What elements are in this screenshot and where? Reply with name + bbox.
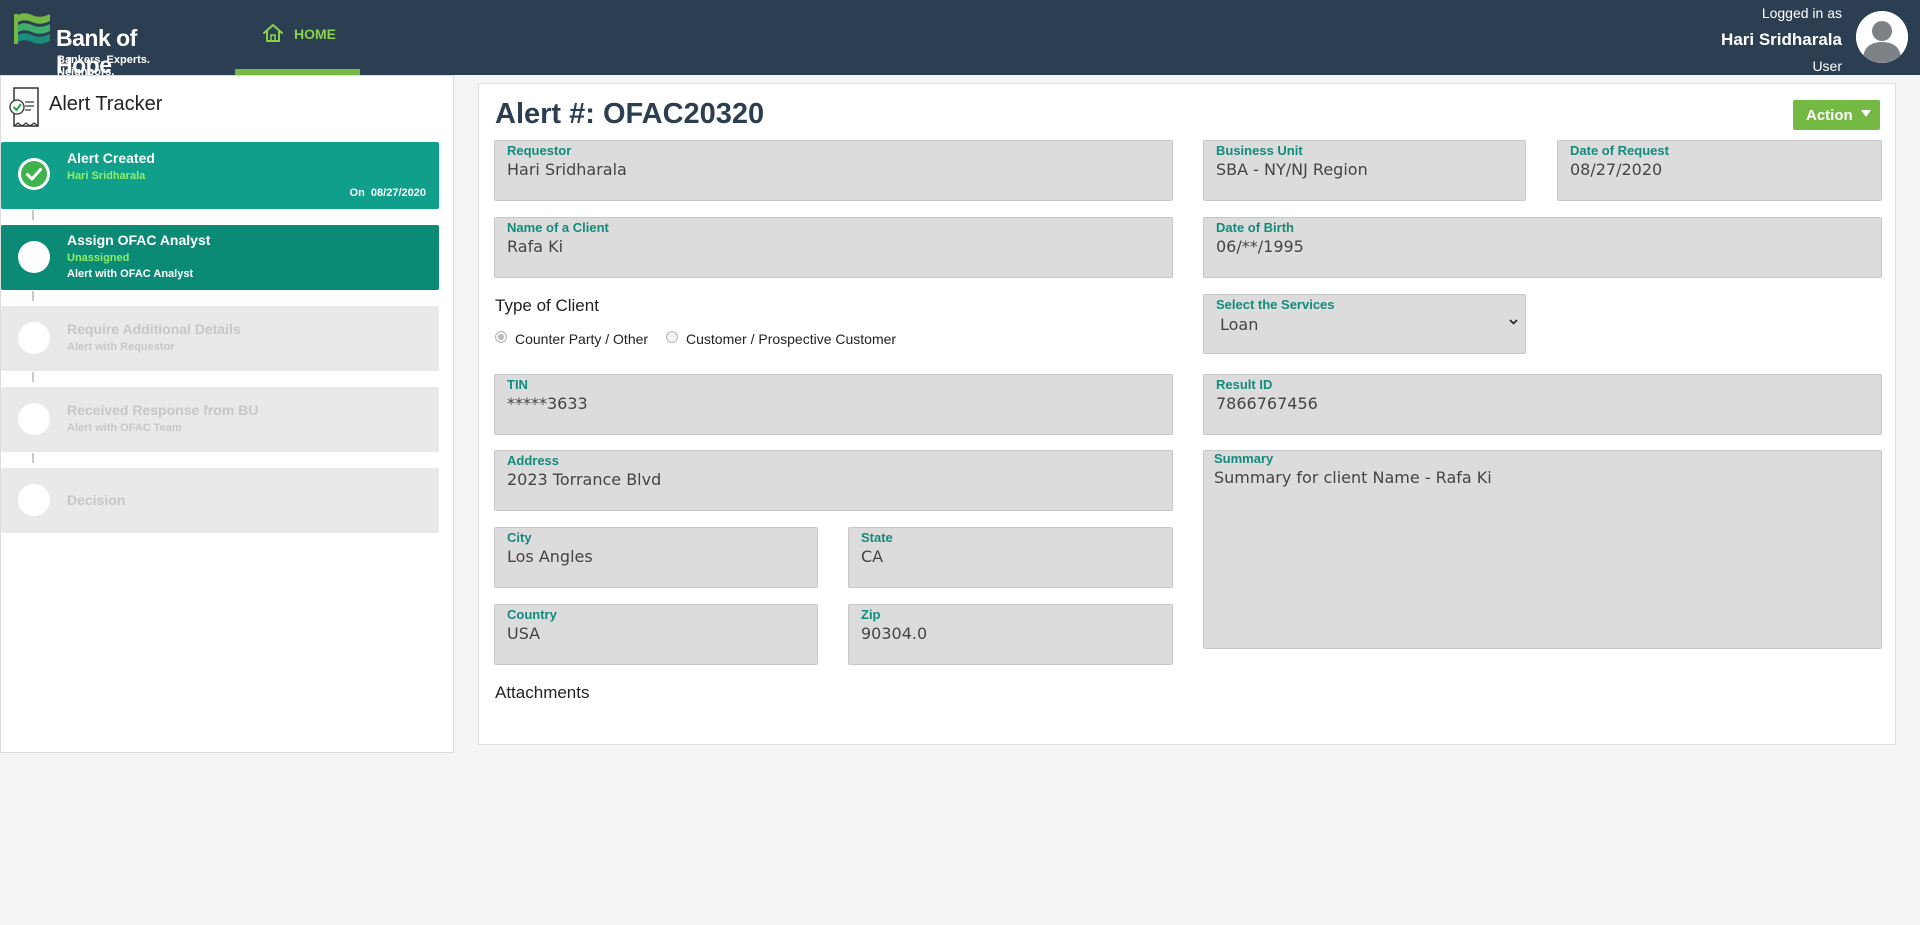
zip-field[interactable]: Zip 90304.0 bbox=[848, 604, 1173, 665]
action-button-label: Action bbox=[1806, 106, 1853, 124]
user-name: Hari Sridharala bbox=[1721, 30, 1842, 49]
services-value: Loan bbox=[1220, 315, 1259, 334]
zip-label: Zip bbox=[861, 607, 881, 622]
city-value: Los Angles bbox=[507, 547, 593, 566]
date-of-birth-value: 06/**/1995 bbox=[1216, 237, 1304, 256]
step-note: Alert with Requestor bbox=[67, 341, 175, 353]
step-note: Alert with OFAC Team bbox=[67, 422, 182, 434]
alert-tracker-panel: Alert Tracker Alert Created Hari Sridhar… bbox=[0, 75, 454, 753]
city-label: City bbox=[507, 530, 532, 545]
business-unit-value: SBA - NY/NJ Region bbox=[1216, 160, 1368, 179]
summary-value: Summary for client Name - Rafa Ki bbox=[1214, 468, 1492, 487]
user-avatar-icon bbox=[1856, 11, 1908, 63]
bank-logo[interactable]: Bank of Hope Bankers. Experts. Neighbors… bbox=[14, 10, 194, 78]
state-label: State bbox=[861, 530, 893, 545]
caret-down-icon bbox=[1861, 110, 1871, 117]
radio-label: Counter Party / Other bbox=[515, 331, 649, 347]
step-status-circle bbox=[18, 158, 50, 190]
step-status-circle bbox=[18, 484, 50, 516]
city-field[interactable]: City Los Angles bbox=[494, 527, 818, 588]
check-circle-icon bbox=[21, 161, 47, 187]
date-of-request-field[interactable]: Date of Request 08/27/2020 bbox=[1557, 140, 1882, 201]
alert-title: Alert #: OFAC20320 bbox=[495, 98, 765, 130]
tracker-step-alert-created[interactable]: Alert Created Hari Sridharala On 08/27/2… bbox=[1, 142, 439, 209]
nav-home-label: HOME bbox=[294, 26, 336, 42]
user-role: User bbox=[1812, 58, 1842, 74]
step-connector bbox=[32, 291, 34, 301]
country-field[interactable]: Country USA bbox=[494, 604, 818, 665]
tracker-step-decision[interactable]: Decision bbox=[1, 468, 439, 533]
services-select[interactable]: Select the Services Loan bbox=[1203, 294, 1526, 354]
type-of-client-label: Type of Client bbox=[495, 296, 599, 315]
client-name-field[interactable]: Name of a Client Rafa Ki bbox=[494, 217, 1173, 278]
nav-home-tab[interactable]: HOME bbox=[235, 0, 360, 75]
radio-indicator bbox=[495, 331, 507, 343]
address-field[interactable]: Address 2023 Torrance Blvd bbox=[494, 450, 1173, 511]
result-id-field[interactable]: Result ID 7866767456 bbox=[1203, 374, 1882, 435]
country-value: USA bbox=[507, 624, 541, 643]
state-field[interactable]: State CA bbox=[848, 527, 1173, 588]
summary-textarea[interactable]: Summary Summary for client Name - Rafa K… bbox=[1203, 450, 1882, 649]
step-connector bbox=[32, 210, 34, 220]
tin-value: *****3633 bbox=[507, 394, 588, 413]
tracker-step-received-response[interactable]: Received Response from BU Alert with OFA… bbox=[1, 387, 439, 452]
tracker-step-assign-ofac-analyst[interactable]: Assign OFAC Analyst Unassigned Alert wit… bbox=[1, 225, 439, 290]
step-title: Decision bbox=[67, 492, 126, 508]
checklist-icon bbox=[9, 87, 39, 127]
requestor-label: Requestor bbox=[507, 143, 572, 158]
step-title: Alert Created bbox=[67, 150, 155, 166]
requestor-value: Hari Sridharala bbox=[507, 160, 627, 179]
step-date: On 08/27/2020 bbox=[349, 187, 426, 199]
radio-label: Customer / Prospective Customer bbox=[686, 331, 897, 347]
business-unit-label: Business Unit bbox=[1216, 143, 1303, 158]
address-value: 2023 Torrance Blvd bbox=[507, 470, 662, 489]
avatar[interactable] bbox=[1856, 11, 1908, 63]
tin-label: TIN bbox=[507, 377, 528, 392]
step-title: Received Response from BU bbox=[67, 402, 259, 418]
tracker-title: Alert Tracker bbox=[49, 93, 163, 115]
date-of-request-value: 08/27/2020 bbox=[1570, 160, 1663, 179]
services-label: Select the Services bbox=[1216, 297, 1335, 312]
summary-label: Summary bbox=[1214, 451, 1274, 466]
address-label: Address bbox=[507, 453, 560, 468]
requestor-field[interactable]: Requestor Hari Sridharala bbox=[494, 140, 1173, 201]
alert-detail-card: Alert #: OFAC20320 Action Requestor Hari… bbox=[478, 83, 1896, 745]
zip-value: 90304.0 bbox=[861, 624, 928, 643]
state-value: CA bbox=[861, 547, 884, 566]
business-unit-field[interactable]: Business Unit SBA - NY/NJ Region bbox=[1203, 140, 1526, 201]
bank-logo-mark-icon bbox=[14, 13, 50, 44]
step-subtitle: Hari Sridharala bbox=[67, 170, 146, 182]
top-header: Bank of Hope Bankers. Experts. Neighbors… bbox=[0, 0, 1920, 78]
step-subtitle: Unassigned bbox=[67, 252, 130, 264]
radio-indicator bbox=[666, 331, 678, 343]
step-status-circle bbox=[18, 241, 50, 273]
step-title: Require Additional Details bbox=[67, 321, 241, 337]
action-button[interactable]: Action bbox=[1793, 100, 1880, 130]
client-name-value: Rafa Ki bbox=[507, 237, 564, 256]
logged-in-label: Logged in as bbox=[1761, 5, 1842, 21]
date-of-request-label: Date of Request bbox=[1570, 143, 1669, 158]
tracker-step-require-additional-details[interactable]: Require Additional Details Alert with Re… bbox=[1, 306, 439, 371]
step-status-circle bbox=[18, 322, 50, 354]
result-id-label: Result ID bbox=[1216, 377, 1273, 392]
chevron-down-icon bbox=[1509, 319, 1518, 325]
date-of-birth-field[interactable]: Date of Birth 06/**/1995 bbox=[1203, 217, 1882, 278]
user-info: Logged in as Hari Sridharala User bbox=[1721, 3, 1842, 75]
result-id-value: 7866767456 bbox=[1216, 394, 1318, 413]
tin-field[interactable]: TIN *****3633 bbox=[494, 374, 1173, 435]
step-connector bbox=[32, 372, 34, 382]
step-title: Assign OFAC Analyst bbox=[67, 232, 211, 248]
date-of-birth-label: Date of Birth bbox=[1216, 220, 1294, 235]
home-icon bbox=[263, 24, 283, 42]
client-name-label: Name of a Client bbox=[507, 220, 609, 235]
country-label: Country bbox=[507, 607, 557, 622]
step-connector bbox=[32, 453, 34, 463]
step-note: Alert with OFAC Analyst bbox=[67, 268, 194, 280]
step-status-circle bbox=[18, 403, 50, 435]
attachments-label: Attachments bbox=[495, 683, 590, 702]
